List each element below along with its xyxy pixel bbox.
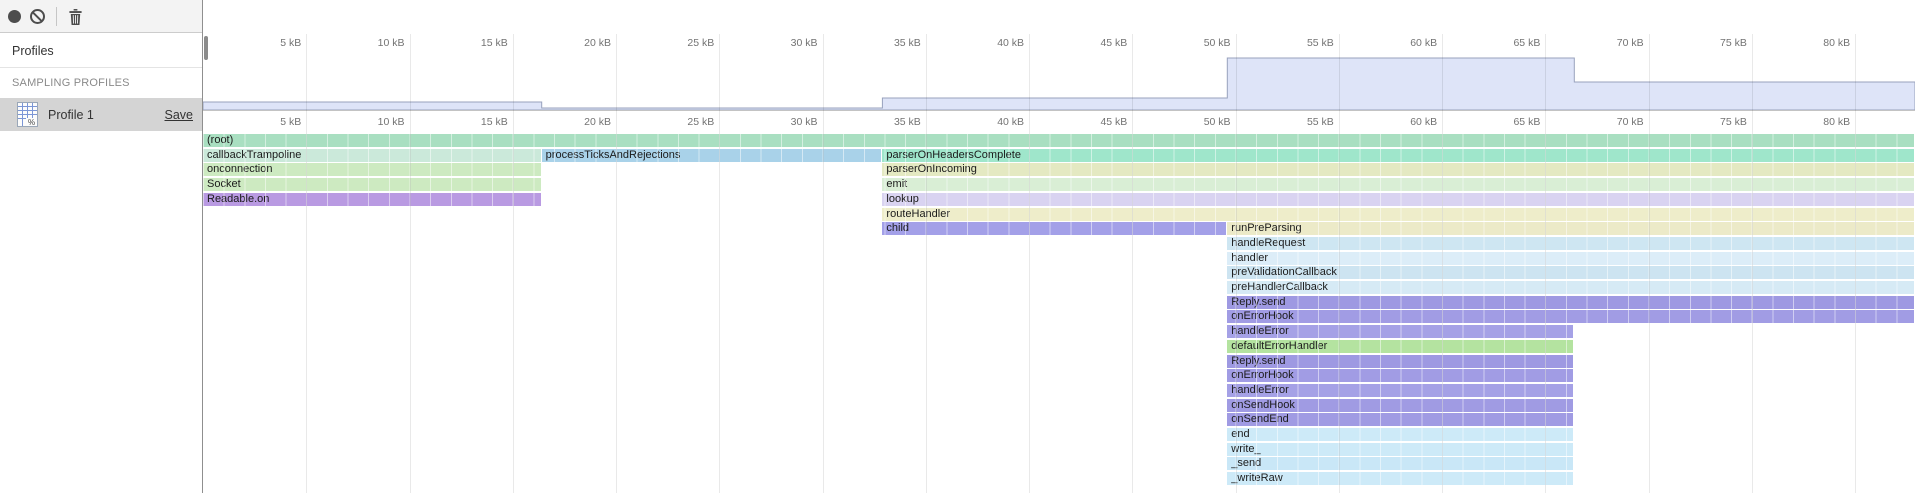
axis-tick-label: 80 kB xyxy=(1823,37,1850,49)
axis-tick-label: 20 kB xyxy=(584,116,611,128)
flame-bar-(root)[interactable]: (root) xyxy=(203,134,1914,147)
axis-tick-label: 10 kB xyxy=(378,37,405,49)
svg-text:%: % xyxy=(28,118,35,127)
flame-bar-onErrorHook[interactable]: onErrorHook xyxy=(1227,369,1573,382)
axis-tick-label: 80 kB xyxy=(1823,116,1850,128)
profile-name: Profile 1 xyxy=(48,108,94,122)
flame-bar-callbackTrampoline[interactable]: callbackTrampoline xyxy=(203,149,541,162)
clear-all-icon[interactable] xyxy=(30,9,45,24)
flame-bar-onconnection[interactable]: onconnection xyxy=(203,163,541,176)
axis-tick-label: 70 kB xyxy=(1617,116,1644,128)
flame-bar-handleRequest[interactable]: handleRequest xyxy=(1227,237,1914,250)
axis-tick-label: 50 kB xyxy=(1204,116,1231,128)
axis-tick-label: 10 kB xyxy=(378,116,405,128)
allocation-overview-pane[interactable]: 5 kB 10 kB 15 kB 20 kB 25 kB 30 kB 35 kB 40 kB 4… xyxy=(203,34,1915,111)
axis-tick-label: 20 kB xyxy=(584,37,611,49)
flame-bar-_send[interactable]: _send xyxy=(1227,457,1573,470)
flame-bar-Reply.send[interactable]: Reply.send xyxy=(1227,355,1573,368)
overview-ruler: 5 kB 10 kB 15 kB 20 kB 25 kB 30 kB 35 kB 40 kB 4… xyxy=(203,37,1915,51)
axis-tick-label: 35 kB xyxy=(894,116,921,128)
axis-tick-label: 60 kB xyxy=(1410,116,1437,128)
sidebar-resize-divider[interactable] xyxy=(202,0,203,493)
axis-tick-label: 50 kB xyxy=(1204,37,1231,49)
allocation-flame-chart: 5 kB 10 kB 15 kB 20 kB 25 kB 30 kB 35 kB 40 kB 4… xyxy=(203,0,1915,493)
flame-bar-onSendEnd[interactable]: onSendEnd xyxy=(1227,413,1573,426)
flame-bar-preValidationCallback[interactable]: preValidationCallback xyxy=(1227,266,1914,279)
axis-tick-label: 15 kB xyxy=(481,116,508,128)
profiles-sidebar: Profiles SAMPLING PROFILES % Profile 1 S… xyxy=(0,34,202,493)
axis-tick-label: 5 kB xyxy=(280,37,301,49)
axis-tick-label: 40 kB xyxy=(997,116,1024,128)
record-icon[interactable] xyxy=(8,10,21,23)
flame-chart-rows: (root) callbackTrampolineprocessTicksAndR… xyxy=(203,134,1915,493)
profile-document-icon: % xyxy=(17,102,38,127)
axis-tick-label: 30 kB xyxy=(791,116,818,128)
axis-tick-label: 45 kB xyxy=(1100,37,1127,49)
axis-tick-label: 70 kB xyxy=(1617,37,1644,49)
flame-bar-onSendHook[interactable]: onSendHook xyxy=(1227,399,1573,412)
axis-tick-label: 45 kB xyxy=(1100,116,1127,128)
flame-bar-routeHandler[interactable]: routeHandler xyxy=(882,208,1914,221)
axis-tick-label: 15 kB xyxy=(481,37,508,49)
flame-bar-parserOnIncoming[interactable]: parserOnIncoming xyxy=(882,163,1914,176)
flame-bar-processTicksAndRejections[interactable]: processTicksAndRejections xyxy=(542,149,882,162)
flame-bar-write_[interactable]: write_ xyxy=(1227,443,1573,456)
sidebar-item-profile-1[interactable]: % Profile 1 Save xyxy=(0,98,202,131)
vertical-scrollbar-thumb[interactable] xyxy=(204,36,208,60)
flame-bar-Readable.on[interactable]: Readable.on xyxy=(203,193,541,206)
flame-bar-handler[interactable]: handler xyxy=(1227,252,1914,265)
toolbar-separator xyxy=(56,7,57,26)
sampling-profiles-heading: SAMPLING PROFILES xyxy=(0,68,202,89)
flame-bar-lookup[interactable]: lookup xyxy=(882,193,1914,206)
axis-tick-label: 30 kB xyxy=(791,37,818,49)
flame-bar-end[interactable]: end xyxy=(1227,428,1573,441)
memory-profiler-panel: Chart ▼ Profiles SAMPLING PROFILES % Pro… xyxy=(0,0,1915,493)
axis-tick-label: 40 kB xyxy=(997,37,1024,49)
flame-bar-Socket[interactable]: Socket xyxy=(203,178,541,191)
flame-bar-handleError[interactable]: handleError xyxy=(1227,384,1573,397)
flame-chart-ruler: 5 kB 10 kB 15 kB 20 kB 25 kB 30 kB 35 kB 40 kB 4… xyxy=(203,112,1915,134)
axis-tick-label: 75 kB xyxy=(1720,37,1747,49)
flame-bar-emit[interactable]: emit xyxy=(882,178,1914,191)
flame-bar-runPreParsing[interactable]: runPreParsing xyxy=(1227,222,1914,235)
flame-bar-onErrorHook[interactable]: onErrorHook xyxy=(1227,310,1914,323)
flame-bar-defaultErrorHandler[interactable]: defaultErrorHandler xyxy=(1227,340,1573,353)
flame-bar-preHandlerCallback[interactable]: preHandlerCallback xyxy=(1227,281,1914,294)
flame-bar-parserOnHeadersComplete[interactable]: parserOnHeadersComplete xyxy=(882,149,1914,162)
axis-tick-label: 55 kB xyxy=(1307,37,1334,49)
flame-bar-_writeRaw[interactable]: _writeRaw xyxy=(1227,472,1573,485)
flame-bar-child[interactable]: child xyxy=(882,222,1226,235)
axis-tick-label: 55 kB xyxy=(1307,116,1334,128)
flame-bar-Reply.send[interactable]: Reply.send xyxy=(1227,296,1914,309)
sidebar-title: Profiles xyxy=(0,34,202,58)
flame-bar-handleError[interactable]: handleError xyxy=(1227,325,1573,338)
axis-tick-label: 35 kB xyxy=(894,37,921,49)
axis-tick-label: 65 kB xyxy=(1513,37,1540,49)
axis-tick-label: 75 kB xyxy=(1720,116,1747,128)
axis-tick-label: 25 kB xyxy=(687,37,714,49)
axis-tick-label: 65 kB xyxy=(1513,116,1540,128)
axis-tick-label: 60 kB xyxy=(1410,37,1437,49)
axis-tick-label: 5 kB xyxy=(280,116,301,128)
save-link[interactable]: Save xyxy=(165,108,194,122)
trash-icon[interactable] xyxy=(68,9,83,25)
axis-tick-label: 25 kB xyxy=(687,116,714,128)
